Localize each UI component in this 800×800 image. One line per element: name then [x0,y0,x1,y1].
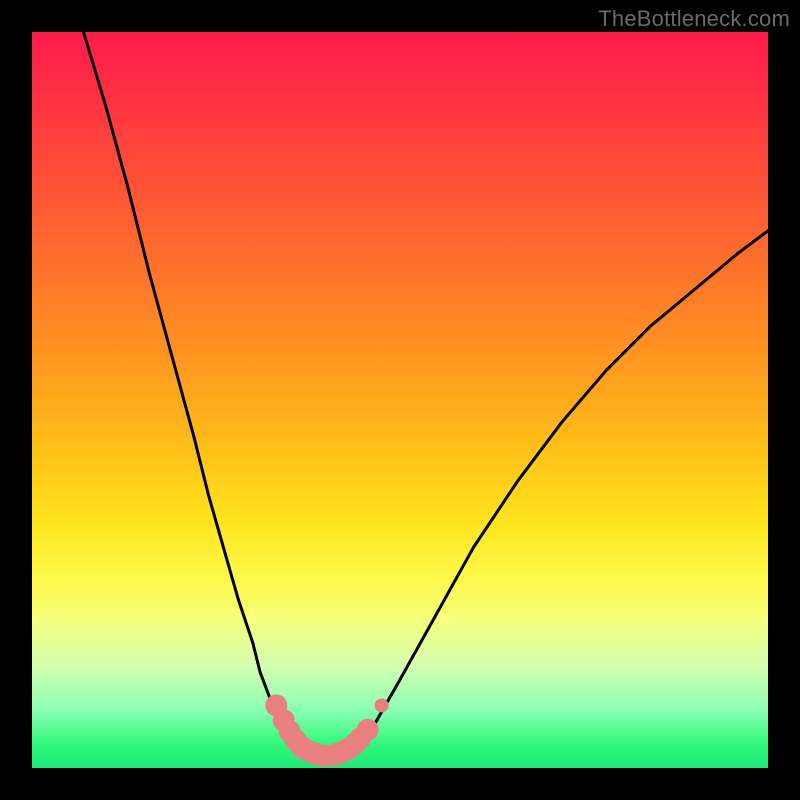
plot-area [32,32,768,768]
bottleneck-curve [84,32,768,758]
chart-frame: TheBottleneck.com [0,0,800,800]
valley-marker [357,719,379,741]
chart-svg [32,32,768,768]
outlier-marker [375,698,389,712]
watermark-text: TheBottleneck.com [598,6,790,32]
